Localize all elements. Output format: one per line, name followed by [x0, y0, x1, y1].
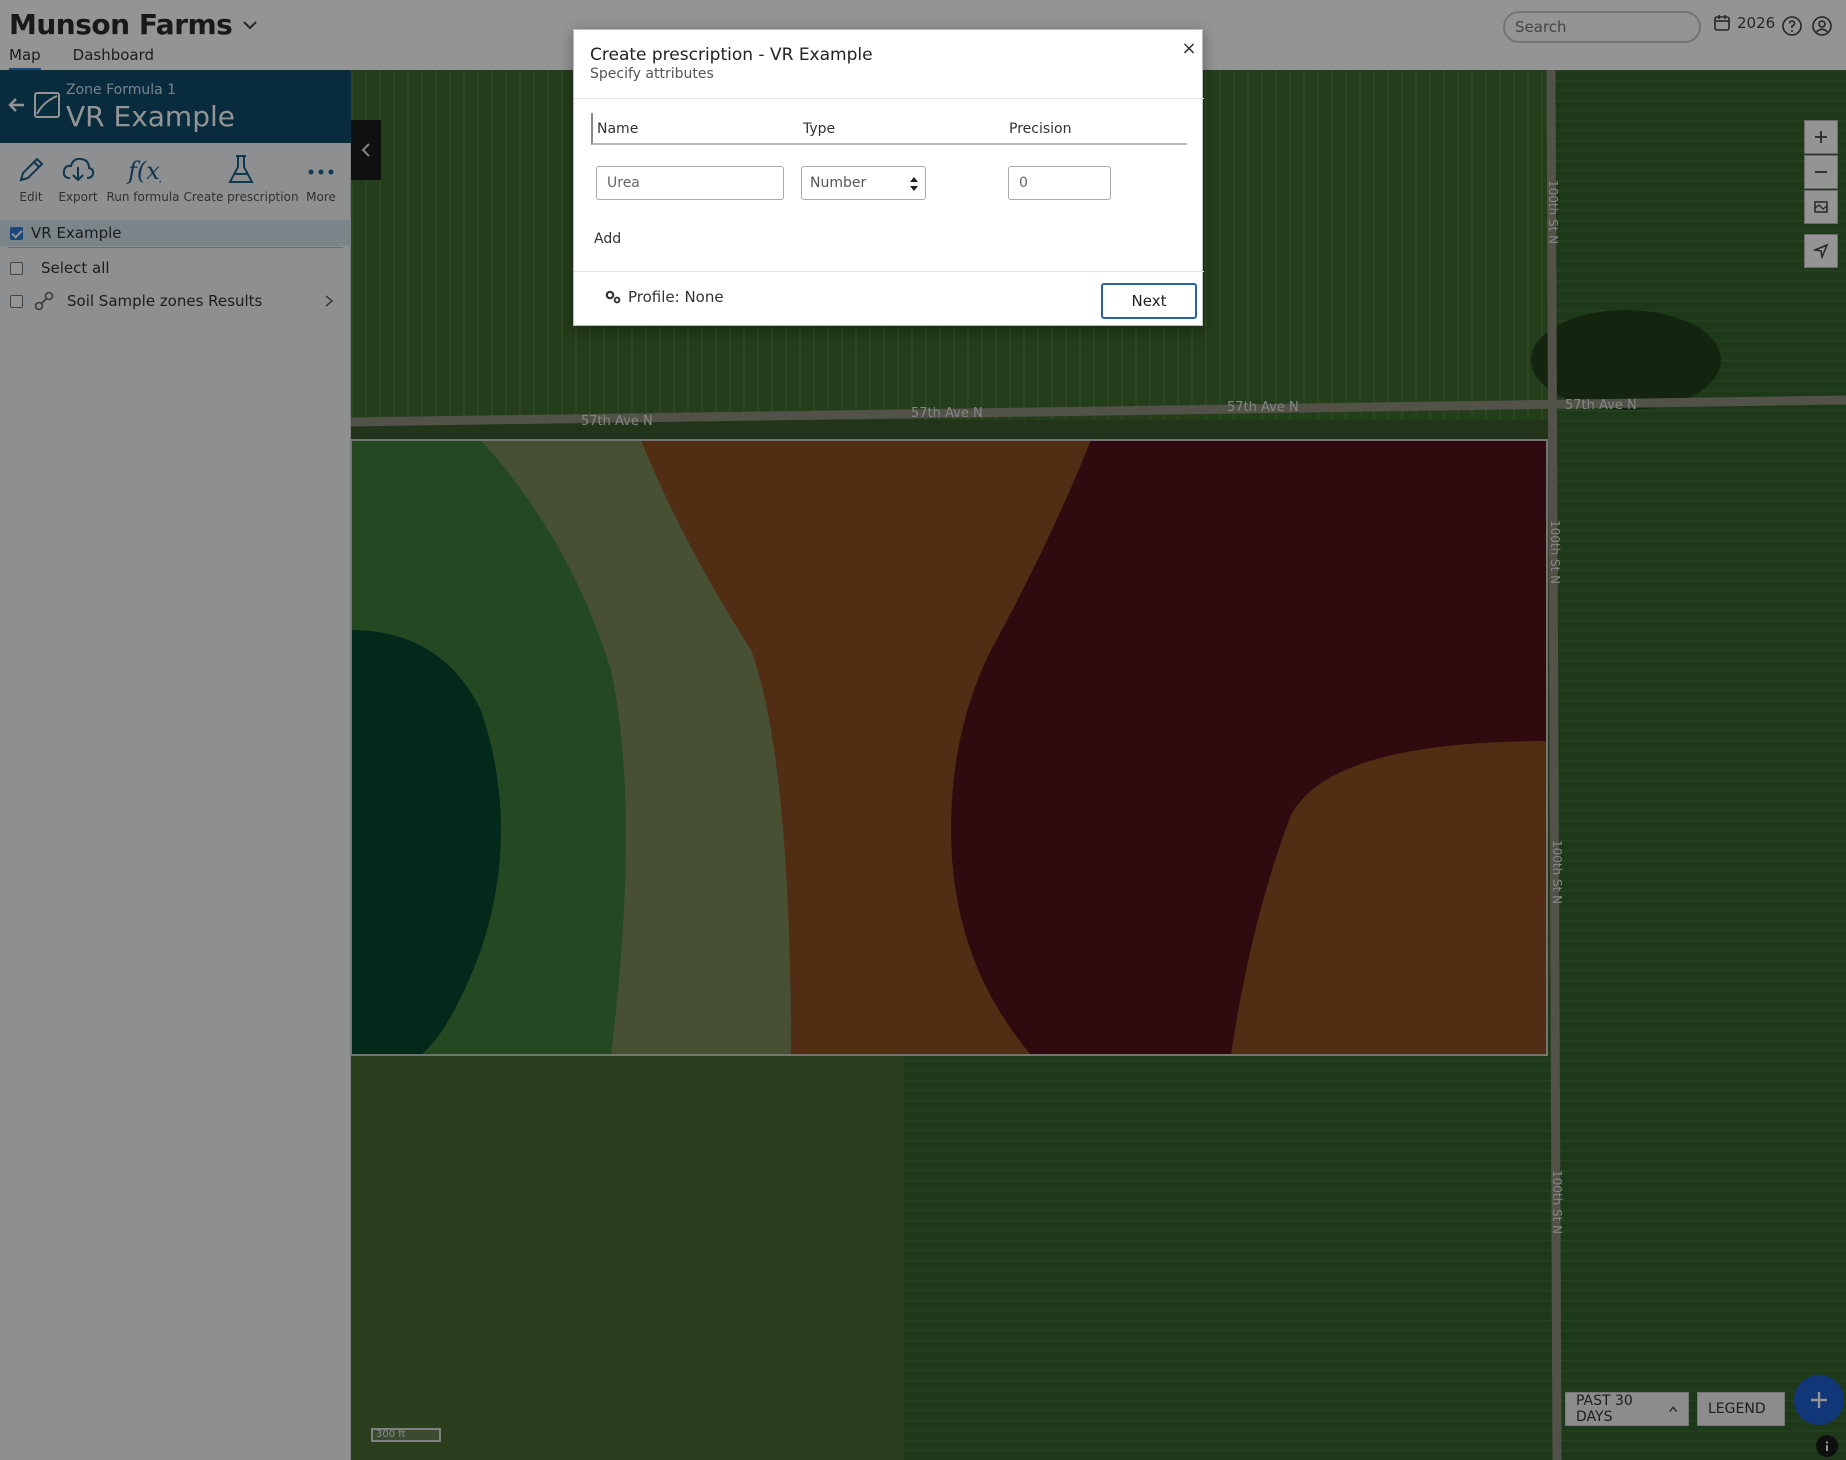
dialog-title: Create prescription - VR Example [590, 45, 873, 65]
attribute-name-input[interactable] [596, 166, 784, 200]
attribute-type-select[interactable]: Number [801, 166, 926, 200]
app-root: Munson Farms Map Dashboard 2026 Zone For… [0, 0, 1846, 1460]
select-arrows-icon [910, 177, 918, 191]
column-type: Type [803, 121, 836, 137]
column-precision: Precision [1009, 121, 1072, 137]
precision-input[interactable] [1008, 166, 1111, 200]
profile-selector[interactable]: Profile: None [604, 288, 724, 306]
profile-label: Profile: None [628, 288, 724, 306]
gears-icon [605, 290, 621, 304]
type-selected-value: Number [810, 175, 867, 191]
column-name: Name [597, 121, 639, 137]
close-icon[interactable]: × [1180, 40, 1198, 58]
add-attribute-link[interactable]: Add [594, 231, 621, 247]
attributes-table-header: Name Type Precision [591, 113, 1187, 145]
dialog-subtitle: Specify attributes [590, 66, 714, 82]
dialog-footer-divider [574, 271, 1204, 272]
next-button[interactable]: Next [1101, 283, 1197, 319]
create-prescription-dialog: Create prescription - VR Example Specify… [573, 29, 1204, 326]
dialog-divider [574, 98, 1204, 99]
